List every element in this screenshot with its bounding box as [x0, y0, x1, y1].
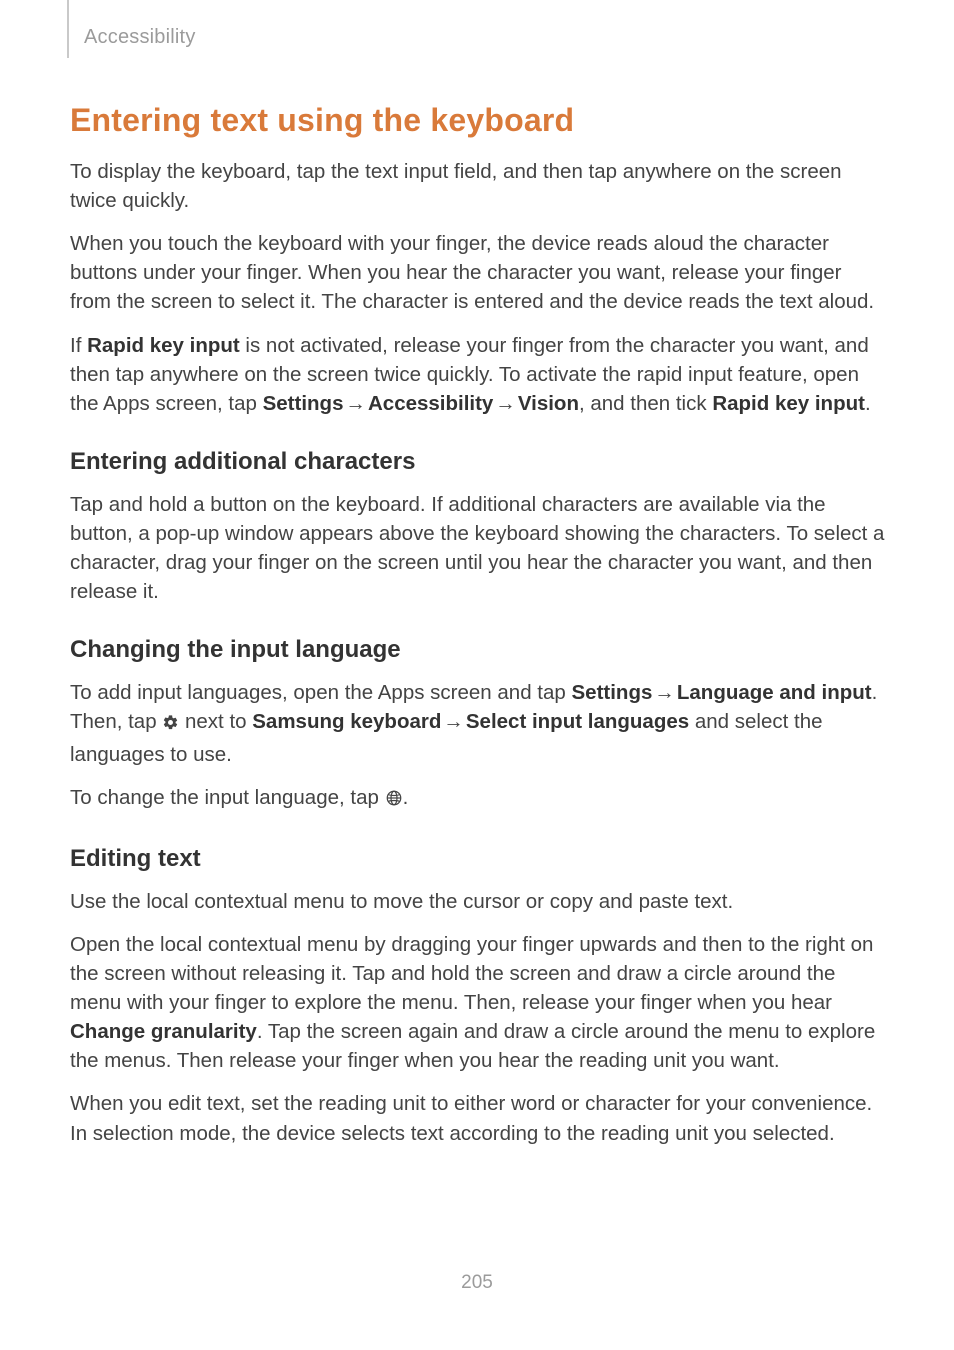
- text-run: To add input languages, open the Apps sc…: [70, 681, 572, 704]
- arrow-icon: →: [493, 389, 518, 418]
- text-run: To change the input language, tap: [70, 786, 385, 809]
- text-run: , and then tick: [579, 392, 712, 415]
- text-run: .: [865, 392, 871, 415]
- bold-term: Accessibility: [368, 392, 493, 415]
- subheading: Editing text: [70, 845, 888, 873]
- text-run: Open the local contextual menu by draggi…: [70, 933, 873, 1014]
- arrow-icon: →: [441, 707, 466, 736]
- page: Accessibility Entering text using the ke…: [0, 0, 954, 1350]
- bold-term: Rapid key input: [87, 334, 240, 357]
- bold-term: Vision: [518, 392, 579, 415]
- page-number: 205: [0, 1272, 954, 1294]
- paragraph: To add input languages, open the Apps sc…: [70, 678, 888, 768]
- bold-term: Change granularity: [70, 1020, 257, 1043]
- header-rule: [67, 0, 69, 58]
- bold-term: Samsung keyboard: [252, 710, 441, 733]
- paragraph: If Rapid key input is not activated, rel…: [70, 331, 888, 418]
- paragraph: Tap and hold a button on the keyboard. I…: [70, 490, 888, 606]
- paragraph: When you touch the keyboard with your fi…: [70, 229, 888, 316]
- subheading: Changing the input language: [70, 636, 888, 664]
- arrow-icon: →: [343, 389, 368, 418]
- globe-icon: [385, 786, 403, 815]
- subheading: Entering additional characters: [70, 448, 888, 476]
- paragraph: To change the input language, tap .: [70, 783, 888, 815]
- bold-term: Settings: [572, 681, 653, 704]
- paragraph: When you edit text, set the reading unit…: [70, 1089, 888, 1147]
- section-title: Entering text using the keyboard: [70, 102, 888, 139]
- bold-term: Rapid key input: [712, 392, 865, 415]
- breadcrumb: Accessibility: [84, 26, 196, 49]
- bold-term: Settings: [263, 392, 344, 415]
- paragraph: To display the keyboard, tap the text in…: [70, 157, 888, 215]
- text-run: If: [70, 334, 87, 357]
- paragraph: Open the local contextual menu by draggi…: [70, 930, 888, 1076]
- gear-icon: [162, 710, 179, 739]
- content-area: Entering text using the keyboard To disp…: [70, 102, 888, 1162]
- text-run: next to: [179, 710, 252, 733]
- text-run: .: [403, 786, 409, 809]
- bold-term: Language and input: [677, 681, 872, 704]
- bold-term: Select input languages: [466, 710, 689, 733]
- paragraph: Use the local contextual menu to move th…: [70, 887, 888, 916]
- arrow-icon: →: [652, 678, 677, 707]
